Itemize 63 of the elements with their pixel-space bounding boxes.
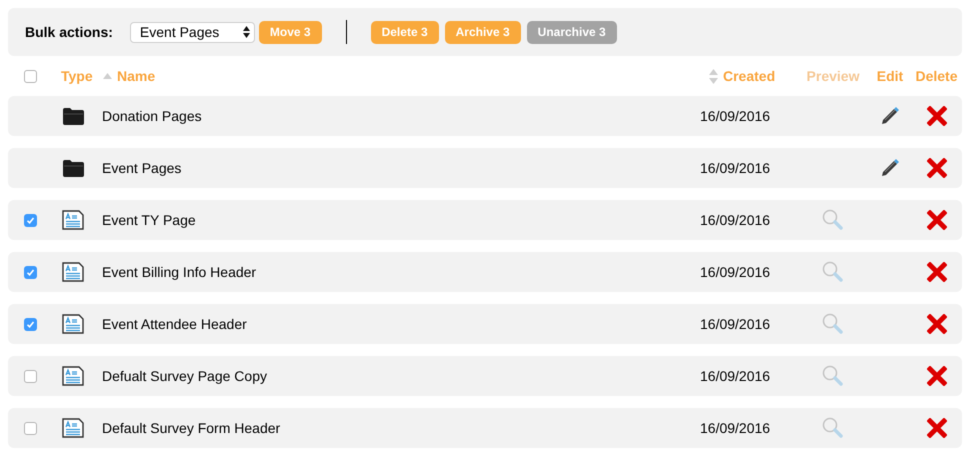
- list-row[interactable]: Event Attendee Header 16/09/2016: [8, 304, 962, 344]
- search-icon[interactable]: [822, 417, 844, 439]
- delete-icon[interactable]: [926, 418, 946, 438]
- document-icon: [62, 262, 84, 282]
- folder-icon: [62, 160, 84, 176]
- delete-icon[interactable]: [926, 314, 946, 334]
- checkbox[interactable]: [24, 70, 36, 82]
- created-date: 16/09/2016: [700, 108, 770, 124]
- item-name: Event Attendee Header: [102, 316, 247, 332]
- column-header[interactable]: Type: [61, 66, 93, 86]
- list-row[interactable]: Event Billing Info Header 16/09/2016: [8, 252, 962, 292]
- document-icon: [62, 418, 84, 438]
- created-date: 16/09/2016: [700, 316, 770, 332]
- list-row[interactable]: Default Survey Form Header 16/09/2016: [8, 408, 962, 448]
- checkbox[interactable]: [24, 214, 36, 226]
- checkbox[interactable]: [24, 318, 36, 330]
- column-header[interactable]: Delete: [915, 66, 958, 86]
- bulk-actions-label: Bulk actions:: [25, 22, 113, 42]
- delete-icon[interactable]: [926, 366, 946, 386]
- folder-select[interactable]: Event Pages: [130, 22, 255, 42]
- column-header[interactable]: Created: [723, 66, 776, 86]
- item-name: Defualt Survey Page Copy: [102, 368, 267, 384]
- action-button[interactable]: Archive 3: [444, 20, 521, 44]
- search-icon[interactable]: [822, 209, 844, 231]
- pencil-icon[interactable]: [880, 158, 900, 178]
- delete-icon[interactable]: [926, 158, 946, 178]
- column-header[interactable]: Name: [117, 66, 156, 86]
- list-row[interactable]: Event Pages 16/09/2016: [8, 148, 962, 188]
- list-row[interactable]: Donation Pages 16/09/2016: [8, 96, 962, 136]
- delete-icon[interactable]: [926, 210, 946, 230]
- created-date: 16/09/2016: [700, 420, 770, 436]
- item-name: Event Billing Info Header: [102, 264, 256, 280]
- checkbox[interactable]: [24, 370, 36, 382]
- search-icon[interactable]: [822, 261, 844, 283]
- created-date: 16/09/2016: [700, 368, 770, 384]
- checkbox[interactable]: [24, 422, 36, 434]
- document-icon: [62, 210, 84, 230]
- delete-icon[interactable]: [926, 262, 946, 282]
- delete-icon[interactable]: [926, 106, 946, 126]
- column-header[interactable]: Edit: [876, 66, 904, 86]
- check-icon: [26, 320, 34, 328]
- check-icon: [26, 268, 34, 276]
- action-button[interactable]: Move 3: [258, 20, 322, 44]
- folder-icon: [62, 108, 84, 124]
- item-name: Default Survey Form Header: [102, 420, 280, 436]
- pencil-icon[interactable]: [880, 106, 900, 126]
- check-icon: [26, 216, 34, 224]
- item-name: Donation Pages: [102, 108, 202, 124]
- search-icon[interactable]: [822, 313, 844, 335]
- select-arrows-icon: [242, 26, 250, 38]
- item-name: Event Pages: [102, 160, 182, 176]
- list-row[interactable]: Defualt Survey Page Copy 16/09/2016: [8, 356, 962, 396]
- action-button[interactable]: Delete 3: [370, 20, 439, 44]
- document-icon: [62, 366, 84, 386]
- item-name: Event TY Page: [102, 212, 196, 228]
- created-date: 16/09/2016: [700, 264, 770, 280]
- list-row[interactable]: Event TY Page 16/09/2016: [8, 200, 962, 240]
- created-date: 16/09/2016: [700, 160, 770, 176]
- document-icon: [62, 314, 84, 334]
- search-icon[interactable]: [822, 365, 844, 387]
- checkbox[interactable]: [24, 266, 36, 278]
- sort-icon: [709, 68, 718, 84]
- created-date: 16/09/2016: [700, 212, 770, 228]
